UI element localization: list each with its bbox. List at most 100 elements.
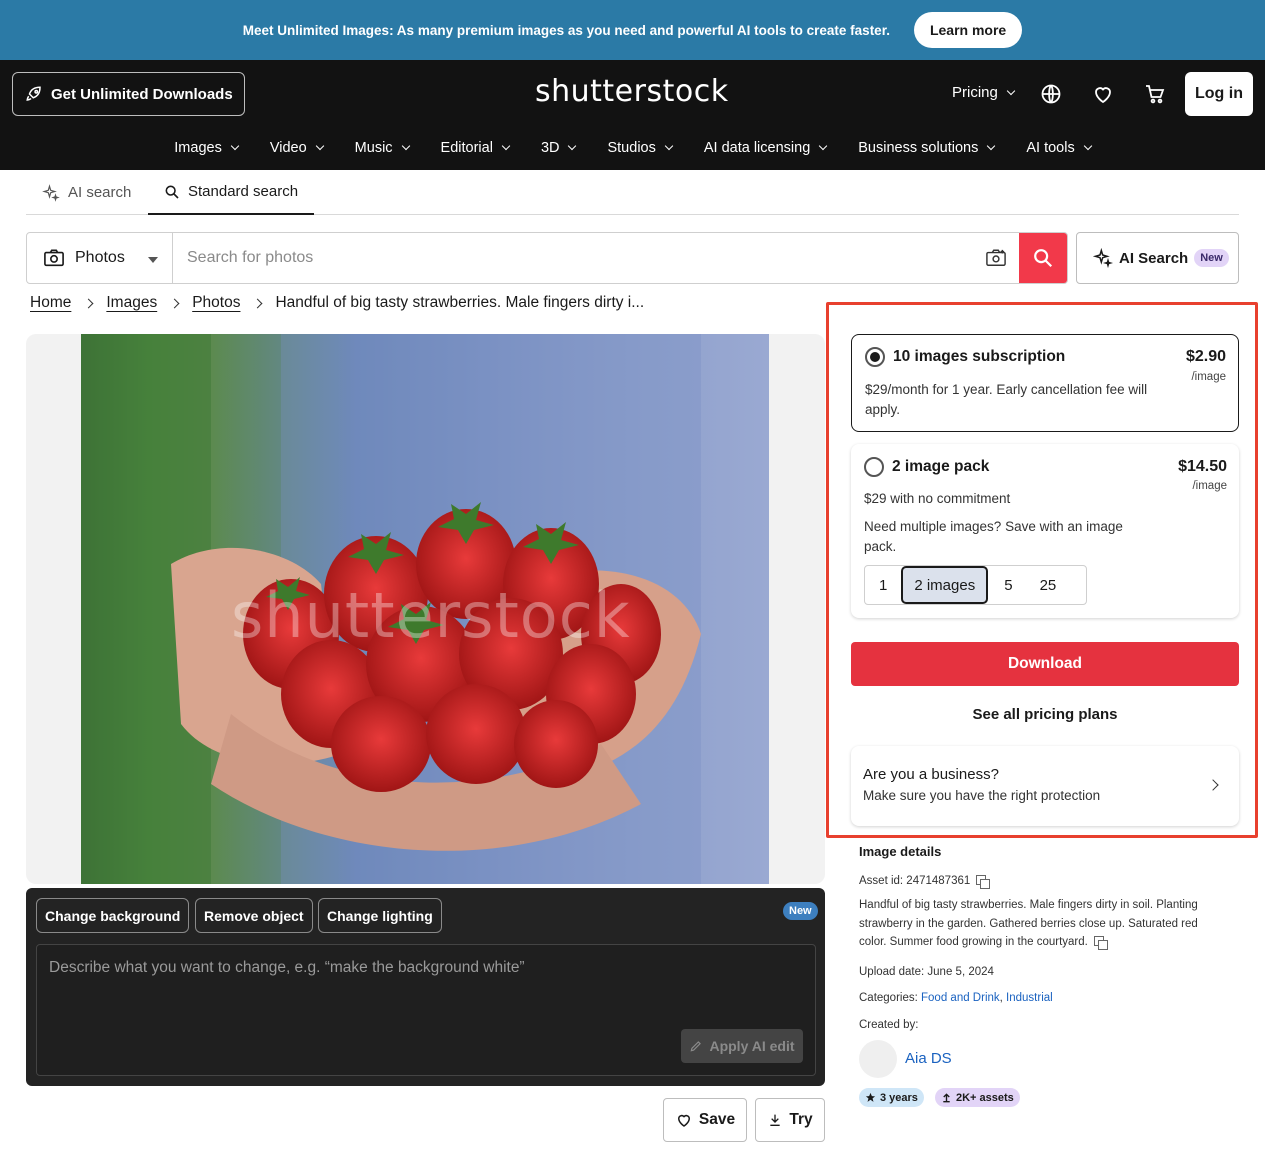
business-title: Are you a business? [863,766,999,783]
copy-icon[interactable] [976,875,991,889]
chevron-right-icon [253,298,263,308]
chevron-down-icon [1006,86,1016,95]
qty-option-5[interactable]: 5 [988,566,1028,604]
apply-ai-edit-button[interactable]: Apply AI edit [681,1029,803,1063]
remove-object-chip[interactable]: Remove object [195,898,313,933]
search-input[interactable] [173,233,973,283]
business-card[interactable]: Are you a business? Make sure you have t… [851,746,1239,826]
pricing-menu[interactable]: Pricing [952,84,1016,101]
learn-more-button[interactable]: Learn more [913,12,1023,48]
nav-ai-data-licensing[interactable]: AI data licensing [688,132,842,164]
image-pack-option[interactable]: 2 image pack $14.50 /image $29 with no c… [851,444,1239,618]
radio-unselected[interactable] [864,457,884,477]
created-by-label: Created by: [859,1019,919,1031]
breadcrumb-images[interactable]: Images [106,294,157,312]
asset-id: Asset id: 2471487361 [859,875,971,887]
search-mode-tabs: AI search Standard search [26,170,1239,215]
sparkle-icon [42,183,60,202]
nav-label: Editorial [440,140,493,156]
promo-banner: Meet Unlimited Images: As many premium i… [0,0,1265,60]
media-type-select[interactable]: Photos [27,233,173,283]
nav-images[interactable]: Images [158,132,254,164]
media-type-label: Photos [75,249,125,266]
get-unlimited-downloads-button[interactable]: Get Unlimited Downloads [12,72,245,116]
ai-search-button[interactable]: AI Search New [1076,232,1239,284]
nav-editorial[interactable]: Editorial [425,132,525,164]
nav-3d[interactable]: 3D [525,132,592,164]
chevron-down-icon [230,141,240,151]
save-button[interactable]: Save [663,1098,747,1142]
new-badge: New [1194,249,1229,267]
subscription-option[interactable]: 10 images subscription $2.90 /image $29/… [851,334,1239,432]
qty-option-1[interactable]: 1 [865,566,901,604]
nav-label: Studios [607,140,656,156]
qty-option-25[interactable]: 25 [1029,566,1068,604]
business-subtitle: Make sure you have the right protection [863,788,1101,803]
breadcrumb-home[interactable]: Home [30,294,71,312]
shutterstock-logo[interactable]: shutterstock [535,74,729,109]
rocket-icon [26,86,41,101]
chevron-down-icon [568,141,577,151]
search-icon [165,185,179,199]
subscription-desc: $29/month for 1 year. Early cancellation… [865,382,1148,417]
try-label: Try [789,1111,813,1128]
details-heading: Image details [859,844,942,859]
search-submit-button[interactable] [1019,233,1067,283]
copy-icon[interactable] [1093,936,1108,950]
pack-note: Need multiple images? Save with an image… [864,519,1123,554]
camera-search-icon [986,249,1006,266]
camera-icon [44,249,64,267]
qty-option-2-images[interactable]: 2 images [901,566,989,604]
nav-ai-tools[interactable]: AI tools [1010,132,1106,164]
breadcrumb-photos[interactable]: Photos [192,294,240,312]
ai-edit-panel: Change background Remove object Change l… [26,888,825,1086]
image-preview: shutterstock [26,334,825,884]
get-unlimited-label: Get Unlimited Downloads [51,85,233,103]
download-button[interactable]: Download [851,642,1239,686]
subscription-price: $2.90 [1185,348,1226,365]
chevron-down-icon [987,141,996,151]
subscription-title: 10 images subscription [893,348,1066,365]
avatar[interactable] [859,1040,897,1078]
pricing-label: Pricing [952,84,998,101]
watermark: shutterstock [231,579,631,652]
download-icon [770,1114,781,1126]
nav-video[interactable]: Video [254,132,339,164]
chevron-right-icon [1207,779,1219,791]
main-nav: Images Video Music Editorial 3D Studios … [0,132,1265,164]
ai-prompt-placeholder: Describe what you want to change, e.g. “… [49,959,525,976]
image-search-button[interactable] [973,233,1019,283]
save-label: Save [698,1111,736,1128]
ai-prompt-input[interactable]: Describe what you want to change, e.g. “… [36,944,816,1076]
change-lighting-chip[interactable]: Change lighting [318,898,442,933]
strawberry-photo[interactable]: shutterstock [81,334,769,884]
creator-name[interactable]: Aia DS [905,1050,952,1067]
nav-business-solutions[interactable]: Business solutions [842,132,1010,164]
banner-text: Meet Unlimited Images: As many premium i… [242,22,890,38]
new-badge: New [783,902,818,920]
years-badge: 3 years [859,1088,924,1107]
caret-down-icon [148,257,158,263]
login-button[interactable]: Log in [1185,72,1253,116]
cart-icon[interactable] [1143,82,1167,106]
nav-studios[interactable]: Studios [591,132,687,164]
category-food-and-drink[interactable]: Food and Drink [921,992,1000,1004]
pack-unit: /image [1192,480,1227,492]
tab-ai-search[interactable]: AI search [26,170,147,215]
categories-row: Categories: Food and Drink, Industrial [859,992,1053,1004]
try-button[interactable]: Try [755,1098,825,1142]
nav-label: Video [269,140,307,156]
globe-icon[interactable] [1039,82,1063,106]
change-background-chip[interactable]: Change background [36,898,190,933]
see-all-pricing-link[interactable]: See all pricing plans [851,706,1239,723]
category-industrial[interactable]: Industrial [1006,992,1053,1004]
header: Get Unlimited Downloads shutterstock Pri… [0,60,1265,170]
star-icon [865,1092,876,1102]
subscription-unit: /image [1191,371,1226,383]
description: Handful of big tasty strawberries. Male … [859,899,1198,948]
radio-selected[interactable] [865,347,885,367]
nav-music[interactable]: Music [339,132,425,164]
tab-standard-search[interactable]: Standard search [148,170,315,215]
assets-badge: 2K+ assets [935,1088,1020,1107]
heart-icon[interactable] [1091,82,1115,106]
